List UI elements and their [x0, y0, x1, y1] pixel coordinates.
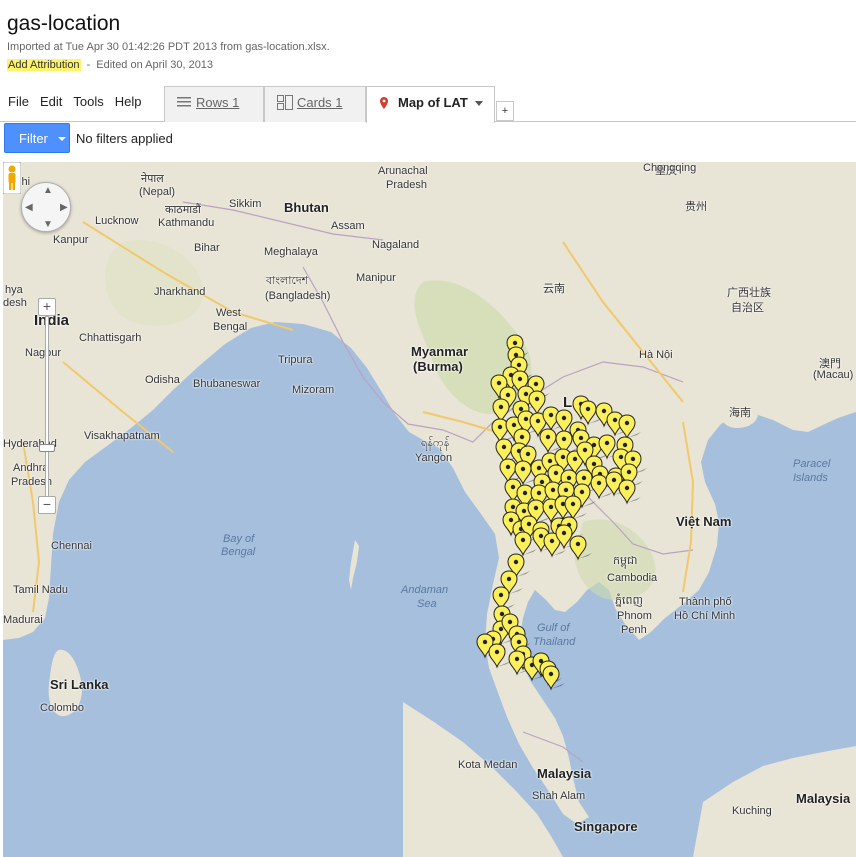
- attribution-separator: -: [86, 59, 91, 71]
- menu-edit[interactable]: Edit: [40, 94, 62, 109]
- pan-left-icon[interactable]: ◀: [25, 202, 33, 213]
- main-menu: File Edit Tools Help: [8, 94, 152, 109]
- table-header: gas-location Imported at Tue Apr 30 01:4…: [0, 0, 856, 86]
- attribution-row: Add Attribution - Edited on April 30, 2013: [7, 59, 213, 71]
- menu-and-tabs-bar: File Edit Tools Help Rows 1 Cards 1 Map of …: [0, 86, 856, 123]
- map-view[interactable]: Delhiनेपाल(Nepal)काठमाडौंSikkimBhutanAru…: [3, 162, 856, 857]
- pan-down-icon[interactable]: ▼: [43, 219, 53, 230]
- filter-bar: Filter No filters applied: [0, 122, 856, 154]
- zoom-slider-track[interactable]: [45, 316, 49, 500]
- pan-up-icon[interactable]: ▲: [43, 185, 53, 196]
- tab-map-label: Map of LAT: [398, 95, 468, 110]
- filter-button-label: Filter: [19, 131, 48, 146]
- filter-dropdown-icon: [58, 137, 66, 141]
- map-pin-icon: [380, 97, 388, 109]
- import-info: Imported at Tue Apr 30 01:42:26 PDT 2013…: [7, 41, 330, 53]
- tab-rows[interactable]: Rows 1: [164, 86, 264, 122]
- location-marker[interactable]: [488, 643, 511, 669]
- location-marker[interactable]: [569, 535, 592, 561]
- filter-status: No filters applied: [76, 131, 173, 146]
- tab-cards-label: Cards 1: [297, 95, 343, 110]
- pan-control[interactable]: ▲ ▼ ◀ ▶: [21, 182, 71, 232]
- zoom-out-button[interactable]: −: [38, 496, 56, 514]
- zoom-control: + −: [38, 298, 56, 518]
- pegman-icon[interactable]: [3, 162, 21, 194]
- table-title: gas-location: [7, 12, 121, 35]
- menu-file[interactable]: File: [8, 94, 29, 109]
- location-marker[interactable]: [542, 665, 565, 691]
- menu-help[interactable]: Help: [115, 94, 142, 109]
- add-attribution-link[interactable]: Add Attribution: [7, 59, 81, 71]
- zoom-in-button[interactable]: +: [38, 298, 56, 316]
- location-marker[interactable]: [618, 414, 641, 440]
- menu-tools[interactable]: Tools: [73, 94, 103, 109]
- tab-cards[interactable]: Cards 1: [264, 86, 366, 122]
- rows-icon: [177, 97, 191, 107]
- edited-date: Edited on April 30, 2013: [96, 59, 214, 71]
- cards-icon: [277, 95, 293, 110]
- tab-map[interactable]: Map of LAT: [366, 86, 495, 123]
- markers-layer: [476, 334, 647, 691]
- tab-rows-label: Rows 1: [196, 95, 240, 110]
- pan-right-icon[interactable]: ▶: [60, 202, 68, 213]
- tab-dropdown-icon[interactable]: [475, 101, 483, 106]
- filter-button[interactable]: Filter: [4, 123, 70, 153]
- add-tab-button[interactable]: +: [496, 101, 514, 121]
- zoom-slider-thumb[interactable]: [39, 444, 55, 452]
